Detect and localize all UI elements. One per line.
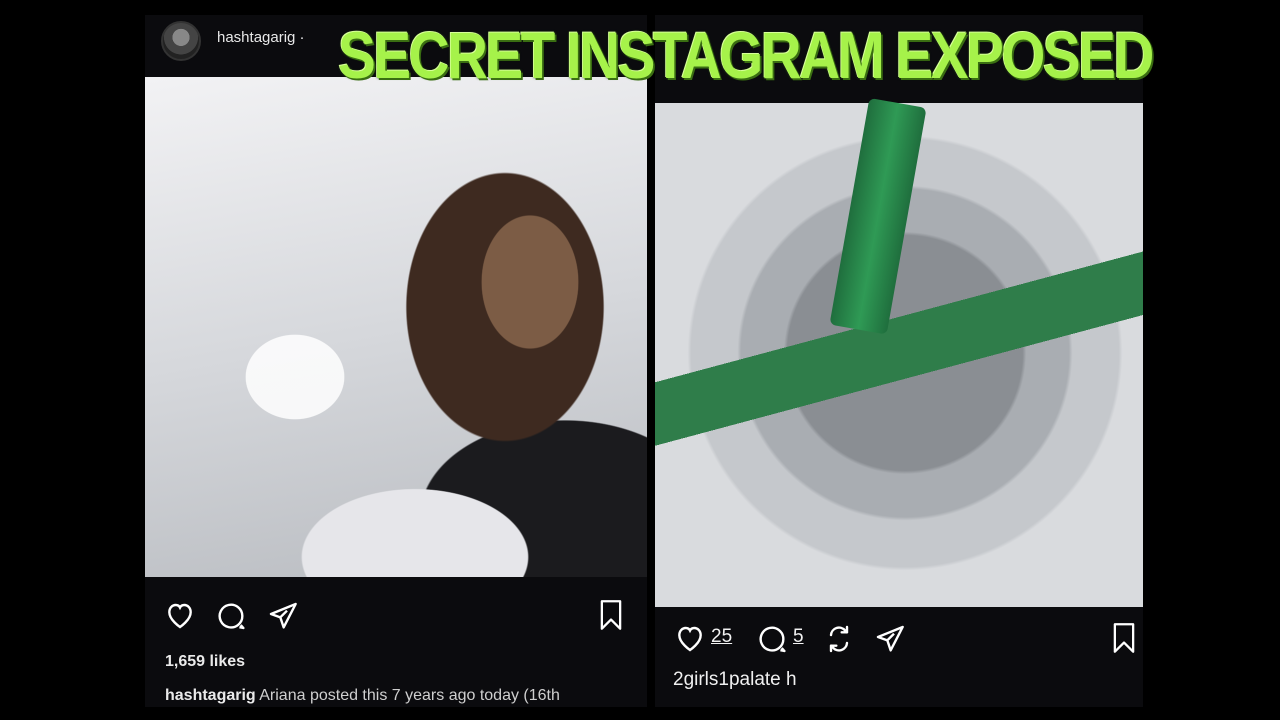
comment-icon[interactable] xyxy=(215,600,247,632)
overlay-title: SECRET INSTAGRAM EXPOSED xyxy=(338,18,1154,92)
username[interactable]: hashtagarig · xyxy=(217,29,305,46)
action-bar xyxy=(145,595,647,635)
likes-count[interactable]: 1,659 likes xyxy=(165,653,245,671)
green-straw xyxy=(829,97,927,335)
caption-text: Ariana posted this 7 years ago today (16… xyxy=(259,687,560,704)
avatar[interactable] xyxy=(161,21,201,61)
comment-count[interactable]: 5 xyxy=(793,626,804,648)
share-icon[interactable] xyxy=(267,600,299,632)
repost-icon[interactable] xyxy=(823,623,855,655)
caption-username[interactable]: hashtagarig xyxy=(165,687,256,704)
post-photo[interactable] xyxy=(655,97,1143,607)
left-instagram-post: hashtagarig · 1,659 likes hashtagarig Ar… xyxy=(145,15,647,707)
share-icon[interactable] xyxy=(874,623,906,655)
right-instagram-post: 25 5 2girls1palate h xyxy=(655,15,1143,707)
heart-icon[interactable] xyxy=(673,622,707,654)
action-bar: 25 5 xyxy=(655,618,1143,658)
like-count[interactable]: 25 xyxy=(711,626,732,648)
post-caption: 2girls1palate h xyxy=(673,669,797,690)
post-photo[interactable] xyxy=(145,77,647,577)
post-caption: hashtagarig Ariana posted this 7 years a… xyxy=(165,687,560,705)
bookmark-icon[interactable] xyxy=(597,599,625,631)
comment-icon[interactable] xyxy=(756,623,788,655)
heart-icon[interactable] xyxy=(163,599,197,631)
bookmark-icon[interactable] xyxy=(1110,622,1138,654)
